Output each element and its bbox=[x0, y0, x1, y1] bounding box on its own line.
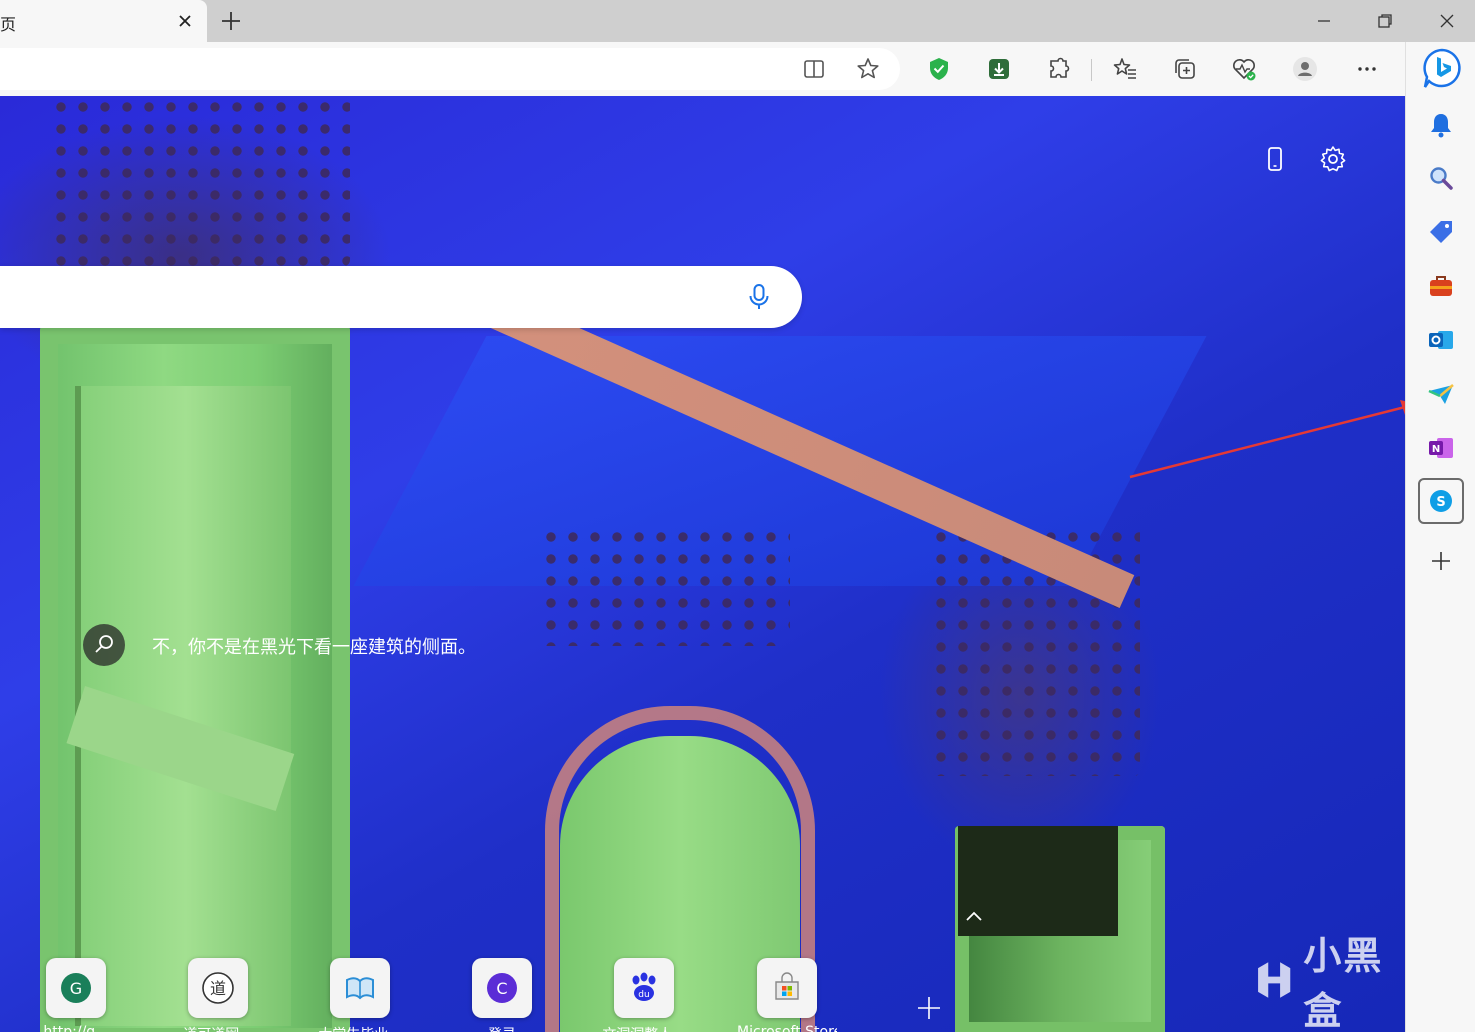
skype-icon[interactable]: S bbox=[1426, 486, 1456, 516]
quick-link-label: Microsoft Store bbox=[737, 1024, 837, 1032]
quick-link-label: 道可道网... bbox=[168, 1024, 268, 1032]
microphone-icon[interactable] bbox=[746, 282, 772, 312]
notification-bell-icon[interactable] bbox=[1426, 110, 1456, 140]
extensions-icon[interactable] bbox=[1045, 55, 1073, 83]
quick-link-label: 文洞洞整人... bbox=[594, 1024, 694, 1032]
microsoft-store-icon bbox=[775, 972, 799, 1000]
bing-chat-icon[interactable] bbox=[1420, 46, 1464, 90]
phone-icon[interactable] bbox=[1260, 144, 1290, 174]
image-search-icon[interactable] bbox=[83, 624, 125, 666]
favorites-icon[interactable] bbox=[1111, 55, 1139, 83]
quick-link-tile[interactable]: du bbox=[614, 958, 674, 1018]
favorite-star-icon[interactable] bbox=[854, 55, 882, 83]
shopping-tag-icon[interactable] bbox=[1426, 217, 1456, 247]
drop-send-icon[interactable] bbox=[1426, 379, 1456, 409]
new-tab-icon[interactable] bbox=[218, 8, 244, 34]
svg-text:N: N bbox=[1432, 444, 1440, 455]
tab-strip: 页 bbox=[0, 0, 1475, 42]
new-tab-page: 不，你不是在黑光下看一座建筑的侧面。 G http://g... 道 道可道网.… bbox=[0, 96, 1405, 1032]
profile-icon[interactable] bbox=[1291, 55, 1319, 83]
add-quick-link-icon[interactable] bbox=[915, 994, 943, 1022]
download-extension-icon[interactable] bbox=[985, 55, 1013, 83]
restore-icon[interactable] bbox=[1372, 8, 1398, 34]
watermark: 小黑盒 bbox=[1253, 934, 1405, 1032]
background-lattice bbox=[540, 526, 790, 646]
toolbar-divider bbox=[1091, 59, 1092, 81]
quick-link-label: 大学生毕业... bbox=[310, 1024, 410, 1032]
baidu-paw-icon: du bbox=[632, 972, 656, 1001]
split-screen-icon[interactable] bbox=[800, 55, 828, 83]
shield-extension-icon[interactable] bbox=[925, 55, 953, 83]
quick-link-label: 登录 bbox=[452, 1024, 552, 1032]
svg-text:S: S bbox=[1436, 495, 1445, 510]
daokedao-logo-icon: 道 bbox=[202, 972, 234, 1004]
quick-link-tile[interactable]: G bbox=[46, 958, 106, 1018]
performance-icon[interactable] bbox=[1230, 55, 1258, 83]
web-search-box[interactable] bbox=[0, 266, 802, 328]
quick-link-tile[interactable]: C bbox=[472, 958, 532, 1018]
quick-link-tile[interactable] bbox=[757, 958, 817, 1018]
onenote-icon[interactable]: N bbox=[1426, 433, 1456, 463]
quick-link-badge: G bbox=[70, 979, 82, 998]
browser-tab[interactable]: 页 bbox=[0, 0, 207, 42]
quick-link-badge: C bbox=[496, 979, 507, 998]
minimize-icon[interactable] bbox=[1311, 8, 1337, 34]
chevron-up-icon[interactable] bbox=[963, 906, 985, 928]
quick-link-badge: du bbox=[638, 990, 649, 1000]
quick-link-badge: 道 bbox=[210, 979, 226, 998]
tab-title: 页 bbox=[0, 15, 17, 34]
image-caption-text: 不，你不是在黑光下看一座建筑的侧面。 bbox=[152, 637, 476, 658]
close-tab-icon[interactable] bbox=[174, 10, 196, 32]
letter-g-icon: G bbox=[61, 973, 91, 1003]
add-icon[interactable] bbox=[1426, 546, 1456, 576]
outlook-icon[interactable] bbox=[1426, 325, 1456, 355]
edge-sidebar: N S bbox=[1405, 42, 1475, 1032]
settings-gear-icon[interactable] bbox=[1318, 144, 1348, 174]
address-bar[interactable] bbox=[0, 48, 900, 90]
watermark-text: 小黑盒 bbox=[1303, 934, 1384, 1032]
book-icon bbox=[346, 977, 374, 1000]
heybox-logo-icon bbox=[1258, 962, 1291, 998]
letter-c-icon: C bbox=[487, 973, 517, 1003]
search-icon[interactable] bbox=[1426, 163, 1456, 193]
background-lattice bbox=[50, 96, 350, 266]
annotation-arrow bbox=[1129, 400, 1418, 479]
close-window-icon[interactable] bbox=[1434, 8, 1460, 34]
collections-icon[interactable] bbox=[1171, 55, 1199, 83]
more-icon[interactable] bbox=[1353, 55, 1381, 83]
quick-link-label: http://g... bbox=[43, 1024, 109, 1032]
toolbar bbox=[0, 42, 1475, 97]
tools-briefcase-icon[interactable] bbox=[1426, 271, 1456, 301]
quick-link-tile[interactable] bbox=[330, 958, 390, 1018]
quick-link-tile[interactable]: 道 bbox=[188, 958, 248, 1018]
